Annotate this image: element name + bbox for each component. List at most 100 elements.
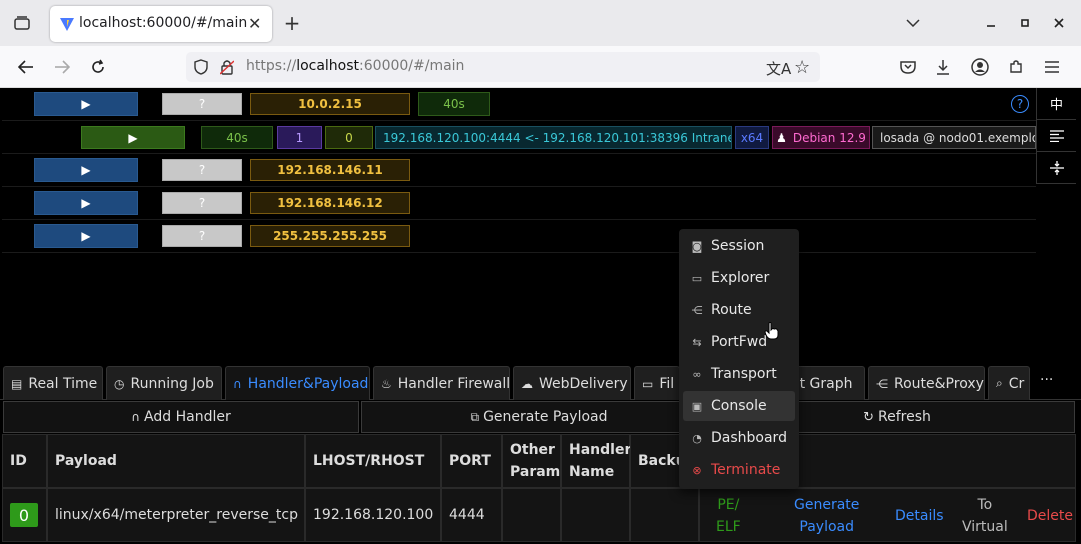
tab-route-proxy[interactable]: ⋲ Route&Proxy bbox=[868, 366, 985, 400]
tab-title: localhost:60000/#/main bbox=[79, 15, 248, 31]
back-icon[interactable] bbox=[16, 57, 36, 77]
lock-icon[interactable] bbox=[219, 59, 235, 79]
session-row: ▶ 40s 1 0 192.168.120.100:4444 <- 192.16… bbox=[2, 121, 1036, 154]
forward-icon[interactable] bbox=[52, 57, 72, 77]
shield-icon[interactable] bbox=[194, 59, 208, 79]
browser-tab[interactable]: localhost:60000/#/main ✕ bbox=[50, 6, 272, 42]
route-icon: ⋲ bbox=[691, 303, 703, 317]
minimize-icon[interactable] bbox=[982, 14, 1000, 32]
menu-item-dashboard[interactable]: ◔ Dashboard bbox=[683, 423, 795, 453]
clock-icon: ◷ bbox=[114, 376, 125, 391]
session-unknown-badge: ? bbox=[162, 192, 242, 214]
session-os: ♟ Debian 12.9 bbox=[772, 126, 870, 149]
tab-files[interactable]: ▭ Fil bbox=[634, 366, 680, 400]
session-unknown-badge: ? bbox=[162, 159, 242, 181]
generate-payload-link[interactable]: Generate Payload bbox=[794, 494, 859, 538]
menu-item-route[interactable]: ⋲ Route bbox=[683, 295, 795, 325]
refresh-icon: ↻ bbox=[863, 409, 875, 425]
tab-handler-payload[interactable]: ∩ Handler&Payload bbox=[225, 366, 370, 400]
url-bar[interactable]: https://localhost:60000/#/main 文A ☆ bbox=[186, 52, 820, 82]
tab-overview-icon[interactable] bbox=[10, 13, 34, 33]
to-virtual-link[interactable]: To Virtual bbox=[962, 494, 1008, 538]
tab-real-time[interactable]: ▤ Real Time bbox=[3, 366, 103, 400]
column-header-lhost: LHOST/RHOST bbox=[305, 434, 441, 488]
menu-item-terminate[interactable]: ⊗ Terminate bbox=[683, 455, 795, 485]
session-play-button[interactable]: ▶ bbox=[81, 126, 185, 149]
module-tabs: ▤ Real Time ◷ Running Job ∩ Handler&Payload… bbox=[0, 364, 1081, 400]
terminate-icon: ⊗ bbox=[692, 463, 702, 477]
tab-handler-firewall[interactable]: ♨ Handler Firewall bbox=[373, 366, 510, 400]
session-row: ▶ ? 192.168.146.11 bbox=[2, 154, 1036, 187]
generate-payload-button[interactable]: ⧉ Generate Payload bbox=[361, 401, 717, 433]
table-row-other-param bbox=[502, 488, 561, 542]
language-toggle-button[interactable]: 中 bbox=[1037, 88, 1076, 120]
column-header-other-param: Other Param bbox=[502, 434, 561, 488]
session-icon: ◙ bbox=[691, 239, 703, 253]
linux-icon: ♟ bbox=[776, 130, 787, 145]
session-play-button[interactable]: ▶ bbox=[34, 158, 138, 182]
more-tabs-icon[interactable]: ··· bbox=[1040, 372, 1053, 388]
bookmark-star-icon[interactable]: ☆ bbox=[794, 57, 810, 78]
tab-running-job[interactable]: ◷ Running Job bbox=[106, 366, 222, 400]
hand-cursor-icon bbox=[764, 322, 780, 344]
session-row: ▶ ? 255.255.255.255 bbox=[2, 220, 1036, 253]
downloads-icon[interactable] bbox=[933, 57, 953, 77]
maximize-icon[interactable] bbox=[1016, 14, 1034, 32]
session-unknown-badge: ? bbox=[162, 225, 242, 247]
pocket-icon[interactable] bbox=[898, 57, 918, 77]
session-play-button[interactable]: ▶ bbox=[34, 191, 138, 215]
table-row-id-cell: 0 bbox=[2, 488, 47, 542]
align-left-icon[interactable] bbox=[1037, 120, 1076, 152]
headset-icon: ∩ bbox=[233, 376, 242, 391]
details-link[interactable]: Details bbox=[895, 505, 944, 527]
folder-icon: ▭ bbox=[642, 376, 654, 391]
session-zero-badge: 0 bbox=[325, 126, 373, 149]
translate-icon[interactable]: 文A bbox=[766, 58, 791, 79]
column-header-handler-name: Handler Name bbox=[561, 434, 631, 488]
realtime-icon: ▤ bbox=[11, 376, 23, 391]
session-arch: x64 bbox=[735, 126, 769, 149]
session-time: 40s bbox=[418, 92, 490, 116]
tab-webdelivery[interactable]: ☁ WebDelivery bbox=[513, 366, 631, 400]
table-row-actions: PE/ELF Generate Payload Details To Virtual… bbox=[699, 488, 1076, 542]
column-header-port: PORT bbox=[441, 434, 502, 488]
table-row-handler-name bbox=[561, 488, 630, 542]
session-unknown-badge: ? bbox=[162, 93, 242, 115]
session-play-button[interactable]: ▶ bbox=[34, 224, 138, 248]
reload-icon[interactable] bbox=[88, 57, 108, 77]
session-ip: 10.0.2.15 bbox=[250, 93, 410, 115]
menu-item-explorer[interactable]: ▭ Explorer bbox=[683, 263, 795, 293]
browser-tab-bar: localhost:60000/#/main ✕ + bbox=[0, 0, 1081, 46]
chevron-down-icon[interactable] bbox=[903, 14, 923, 32]
add-handler-button[interactable]: ∩ Add Handler bbox=[3, 401, 359, 433]
extensions-icon[interactable] bbox=[1006, 57, 1026, 77]
account-icon[interactable] bbox=[970, 57, 990, 77]
close-window-icon[interactable] bbox=[1050, 14, 1068, 32]
column-header-payload: Payload bbox=[47, 434, 305, 488]
portfwd-icon: ⇆ bbox=[692, 335, 702, 349]
collapse-vertical-icon[interactable] bbox=[1037, 152, 1076, 184]
menu-item-transport[interactable]: ∞ Transport bbox=[683, 359, 795, 389]
table-row-lhost: 192.168.120.100 bbox=[305, 488, 441, 542]
copy-icon: ⧉ bbox=[470, 409, 480, 424]
session-ip: 255.255.255.255 bbox=[250, 225, 410, 247]
delete-link[interactable]: Delete bbox=[1027, 505, 1073, 527]
help-icon[interactable]: ? bbox=[1011, 95, 1029, 113]
close-tab-icon[interactable]: ✕ bbox=[248, 14, 261, 33]
session-time: 40s bbox=[201, 126, 273, 149]
vite-favicon-icon bbox=[59, 16, 75, 32]
session-play-button[interactable]: ▶ bbox=[34, 92, 138, 116]
new-tab-icon[interactable]: + bbox=[282, 11, 302, 35]
menu-item-session[interactable]: ◙ Session bbox=[683, 231, 795, 261]
pe-elf-link[interactable]: PE/ELF bbox=[716, 494, 741, 538]
console-icon: ▣ bbox=[691, 399, 703, 413]
url-text[interactable]: https://localhost:60000/#/main bbox=[246, 58, 464, 74]
dashboard-icon: ◔ bbox=[692, 431, 702, 445]
tab-credentials[interactable]: ⌕ Cr bbox=[988, 366, 1030, 400]
hamburger-menu-icon[interactable] bbox=[1042, 57, 1062, 77]
tab-host-graph[interactable]: ot Graph bbox=[790, 366, 865, 400]
cloud-icon: ☁ bbox=[521, 376, 533, 391]
menu-item-console[interactable]: ▣ Console bbox=[683, 391, 795, 421]
search-icon: ⌕ bbox=[996, 376, 1003, 390]
navigation-toolbar: https://localhost:60000/#/main 文A ☆ bbox=[0, 46, 1081, 88]
